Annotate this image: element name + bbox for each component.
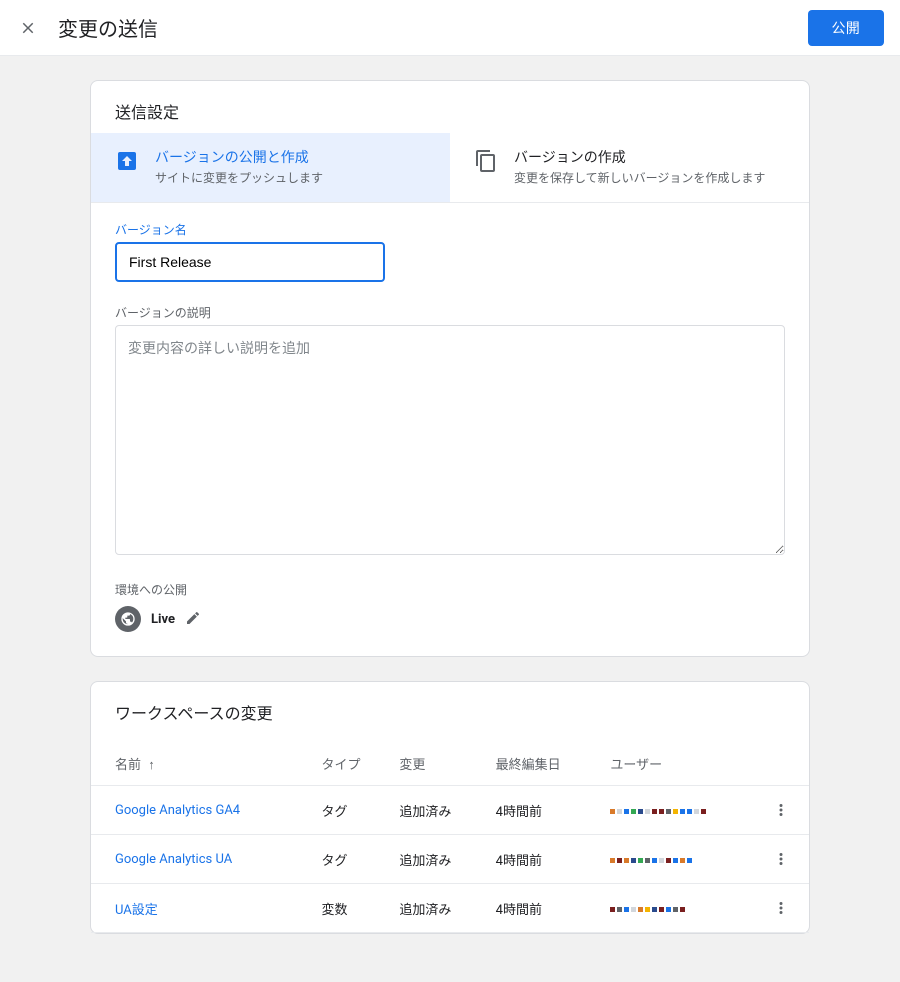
more-vert-icon[interactable]: [769, 896, 793, 920]
col-type[interactable]: タイプ: [313, 742, 391, 786]
dialog-header: 変更の送信 公開: [0, 0, 900, 56]
version-name-input[interactable]: [115, 242, 385, 282]
col-name[interactable]: 名前 ↑: [91, 742, 313, 786]
submission-card: 送信設定 バージョンの公開と作成 サイトに変更をプッシュします バージョンの作成…: [90, 80, 810, 657]
close-icon[interactable]: [16, 16, 40, 40]
row-user: [602, 835, 761, 884]
globe-icon: [115, 606, 141, 632]
dialog-title: 変更の送信: [58, 13, 808, 42]
copy-icon: [474, 149, 498, 173]
row-change: 追加済み: [391, 835, 487, 884]
row-type: タグ: [313, 786, 391, 835]
col-user[interactable]: ユーザー: [602, 742, 761, 786]
publish-env-label: 環境への公開: [115, 581, 785, 598]
option-desc: サイトに変更をプッシュします: [155, 169, 323, 186]
changes-table: 名前 ↑ タイプ 変更 最終編集日 ユーザー Google Analytics …: [91, 742, 809, 933]
more-vert-icon[interactable]: [769, 798, 793, 822]
table-row: UA設定変数追加済み4時間前: [91, 884, 809, 933]
col-change[interactable]: 変更: [391, 742, 487, 786]
row-change: 追加済み: [391, 884, 487, 933]
option-create-version[interactable]: バージョンの作成 変更を保存して新しいバージョンを作成します: [450, 133, 809, 202]
version-desc-textarea[interactable]: [115, 325, 785, 555]
row-type: タグ: [313, 835, 391, 884]
option-desc: 変更を保存して新しいバージョンを作成します: [514, 169, 765, 186]
arrow-up-icon: ↑: [148, 758, 155, 773]
submission-section-title: 送信設定: [91, 81, 809, 133]
publish-button[interactable]: 公開: [808, 10, 885, 46]
upload-icon: [115, 149, 139, 173]
option-title: バージョンの公開と作成: [155, 147, 323, 167]
workspace-changes-card: ワークスペースの変更 名前 ↑ タイプ 変更 最終編集日 ユーザー Google…: [90, 681, 810, 934]
submission-options: バージョンの公開と作成 サイトに変更をプッシュします バージョンの作成 変更を保…: [91, 133, 809, 203]
row-last-edited: 4時間前: [488, 835, 603, 884]
row-name[interactable]: UA設定: [91, 884, 313, 933]
row-type: 変数: [313, 884, 391, 933]
option-title: バージョンの作成: [514, 147, 765, 167]
row-change: 追加済み: [391, 786, 487, 835]
table-row: Google Analytics GA4タグ追加済み4時間前: [91, 786, 809, 835]
version-desc-label: バージョンの説明: [115, 304, 785, 321]
row-user: [602, 884, 761, 933]
workspace-changes-title: ワークスペースの変更: [91, 682, 809, 742]
version-name-label: バージョン名: [115, 221, 785, 238]
env-name: Live: [151, 612, 175, 627]
table-row: Google Analytics UAタグ追加済み4時間前: [91, 835, 809, 884]
row-user: [602, 786, 761, 835]
row-last-edited: 4時間前: [488, 786, 603, 835]
row-name[interactable]: Google Analytics GA4: [91, 786, 313, 835]
more-vert-icon[interactable]: [769, 847, 793, 871]
row-last-edited: 4時間前: [488, 884, 603, 933]
pencil-icon[interactable]: [185, 610, 203, 628]
option-publish-and-create[interactable]: バージョンの公開と作成 サイトに変更をプッシュします: [91, 133, 450, 202]
row-name[interactable]: Google Analytics UA: [91, 835, 313, 884]
col-last-edited[interactable]: 最終編集日: [488, 742, 603, 786]
